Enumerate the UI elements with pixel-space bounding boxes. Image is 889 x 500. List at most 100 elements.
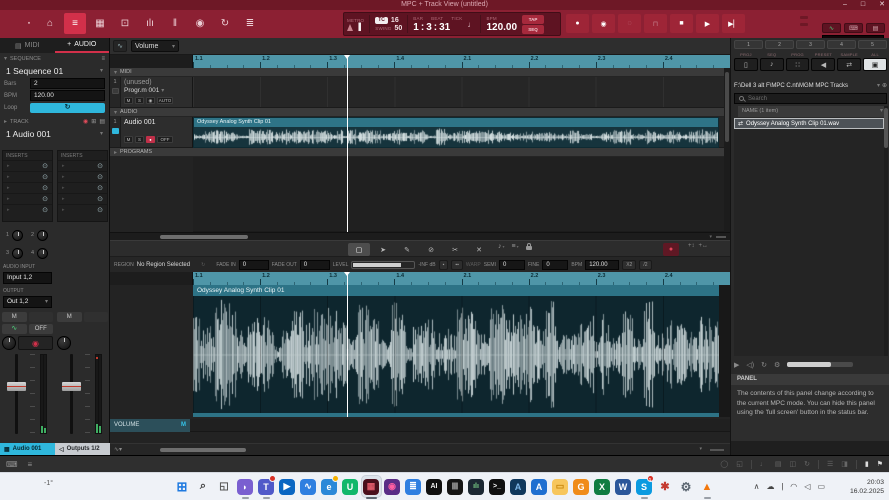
monitor-off-button[interactable]: OFF <box>28 324 53 334</box>
mode-home-button[interactable]: ⌂ <box>39 13 61 34</box>
add-track-icon[interactable]: ⊞ <box>91 118 96 125</box>
close-button[interactable]: ✕ <box>879 0 885 10</box>
audio-solo-button[interactable]: S <box>135 136 144 143</box>
group-audio[interactable]: ▾ AUDIO <box>110 108 730 117</box>
insert-slot[interactable]: ▸ ⊙ <box>3 204 52 215</box>
taskbar-search-icon[interactable]: ⌕ <box>194 476 213 497</box>
taskbar-excel-icon[interactable]: X <box>593 476 612 497</box>
tab-midi[interactable]: ▤ MIDI <box>0 38 55 53</box>
midi-track-header[interactable]: 1 (unused) Progr.m 001 ▾ M S ◉ AUTO <box>110 77 193 108</box>
track-hscrollbar[interactable]: ▾ <box>110 232 730 240</box>
fade-in-field[interactable]: 0 <box>238 259 269 270</box>
region-loop-icon[interactable]: ↻ <box>201 262 205 268</box>
editor-clip-header[interactable]: Odyssey Analog Synth Clip 01 <box>193 285 719 296</box>
preview-settings-icon[interactable]: ⚙ <box>774 361 780 369</box>
editor-hscrollbar[interactable] <box>160 448 246 452</box>
zoom-vertical-icon[interactable]: +↕ <box>688 243 695 249</box>
sample-filter-icon[interactable]: ⇄ <box>837 58 862 71</box>
midi-solo-button[interactable]: S <box>135 97 144 104</box>
file-list[interactable] <box>734 129 884 356</box>
shortcut-3[interactable]: 3 <box>796 40 825 49</box>
mode-track-stack-button[interactable]: ≣ <box>239 13 261 34</box>
audition-toggle[interactable]: ∿ <box>822 23 841 33</box>
tray-chevron-icon[interactable]: ∧ <box>754 482 760 491</box>
taskbar-autodesk-a-icon[interactable]: A <box>509 476 528 497</box>
editor-record-button[interactable]: ● <box>663 243 679 256</box>
metronome-icon[interactable] <box>347 23 353 31</box>
midi-keys-toggle[interactable]: ⌨ <box>844 23 863 33</box>
path-dropdown-icon[interactable]: ▾ <box>877 82 880 89</box>
taskbar-live-icon[interactable]: ||| <box>446 476 465 497</box>
insert-slot[interactable]: ▸ ⊙ <box>58 182 107 193</box>
preview-loop-icon[interactable]: ↻ <box>761 361 767 369</box>
proj-filter-icon[interactable]: ▯ <box>734 58 758 71</box>
lock-icon[interactable] <box>525 242 532 250</box>
send-knob-3[interactable] <box>12 247 24 259</box>
seq-bpm-field[interactable]: 120.00 <box>30 90 105 101</box>
taskbar-clock[interactable]: 20:03 16.02.2025 <box>850 478 884 496</box>
strip-tab-audio001[interactable]: ▦ Audio 001 <box>0 443 55 455</box>
taskbar-mpc-icon[interactable]: ▦ <box>360 475 382 499</box>
insert-slot[interactable]: ▸ ⊙ <box>58 171 107 182</box>
filter-prog[interactable]: PROG ∷ <box>785 52 810 71</box>
preview-volume-icon[interactable]: ◁) <box>746 361 754 369</box>
mode-channel-mixer-button[interactable]: ‖ <box>164 13 186 34</box>
power-icon[interactable]: ⊙ <box>42 196 48 203</box>
taskbar-vlc-icon[interactable]: ▲ <box>698 476 717 499</box>
file-icon[interactable]: ▤ <box>775 460 782 468</box>
tool-mute[interactable]: ✕ <box>468 243 490 256</box>
preview-volume-slider[interactable] <box>787 362 854 367</box>
shortcut-1[interactable]: 1 <box>734 40 763 49</box>
seq-button[interactable]: SEQ <box>522 24 545 34</box>
sequence-header[interactable]: ▾ SEQUENCE ≡ <box>0 53 109 64</box>
tool-pencil[interactable]: ✎ <box>396 243 418 256</box>
power-icon[interactable]: ⊙ <box>42 185 48 192</box>
automation-toggle-icon[interactable]: ∿▾ <box>114 446 122 453</box>
timeline-ruler[interactable]: 1.1 1.2 1.3 1.4 2.1 2.2 2.3 2.4 <box>193 55 730 68</box>
taskbar-task-view-icon[interactable]: ◱ <box>215 476 234 497</box>
tool-marquee[interactable]: ▢ <box>348 243 370 256</box>
audio-icon[interactable]: ♩ <box>760 461 767 468</box>
taskbar-skype-icon[interactable]: S1 <box>635 475 654 499</box>
note-snap-select[interactable]: ♪ ▾ <box>498 243 505 250</box>
play-button[interactable]: ▶ <box>696 14 719 33</box>
filter-all[interactable]: ALL ▣ <box>863 52 887 71</box>
preset-filter-icon[interactable]: ◀ <box>811 58 836 71</box>
browser-scrollbar[interactable] <box>884 106 888 356</box>
taskbar-movies-tv-icon[interactable]: ▶ <box>278 476 297 497</box>
prog-filter-icon[interactable]: ∷ <box>785 58 810 71</box>
mono-button[interactable]: ▪ <box>438 259 449 270</box>
send-knob-1[interactable] <box>12 229 24 241</box>
midi-lane[interactable] <box>193 77 730 108</box>
taskbar-edge-icon[interactable]: e <box>320 475 339 497</box>
mode-main-menu-button[interactable]: ▪ <box>22 13 36 34</box>
automation-param-select[interactable]: Volume ▾ <box>131 40 179 52</box>
taskbar-stack-icon[interactable]: ≣ <box>404 476 423 497</box>
search-input[interactable]: Search <box>734 93 887 104</box>
shortcut-5[interactable]: 5 <box>858 40 887 49</box>
split-icon[interactable]: ◫ <box>789 460 796 468</box>
insert-slot[interactable]: ▸ ⊙ <box>3 182 52 193</box>
send-knob-4[interactable] <box>37 247 49 259</box>
midi-auto-button[interactable]: AUTO <box>157 97 173 104</box>
track-menu-icon[interactable]: ▤ <box>99 118 105 125</box>
solo-button[interactable] <box>28 312 53 322</box>
bpm-value[interactable]: 120.00 <box>486 22 517 33</box>
minimize-button[interactable]: – <box>843 0 847 10</box>
count-in-button[interactable]: ◌ <box>618 14 641 33</box>
tool-eraser[interactable]: ⊘ <box>420 243 442 256</box>
taskbar-app-ai-icon[interactable]: AI <box>425 476 444 497</box>
record-arm-icon[interactable]: ◉ <box>83 118 88 125</box>
strip-tab-outputs[interactable]: ◁ Outputs 1/2 <box>55 443 110 455</box>
insert-slot[interactable]: ▸ ⊙ <box>3 160 52 171</box>
pan-knob[interactable] <box>2 336 16 350</box>
list-icon[interactable]: ☰ <box>827 460 833 468</box>
editor-ruler[interactable]: 1.1 1.2 1.3 1.4 2.1 2.2 2.3 2.4 <box>193 272 730 285</box>
fade-out-field[interactable]: 0 <box>299 259 330 270</box>
volume-automation-lane[interactable]: VOLUME M <box>110 419 190 432</box>
filter-sample[interactable]: SAMPLE ⇄ <box>837 52 862 71</box>
power-icon[interactable]: ⊙ <box>42 207 48 214</box>
onedrive-icon[interactable]: ☁ <box>767 482 775 491</box>
swing-value[interactable]: 50 <box>395 25 403 32</box>
audio-record-button[interactable]: ● <box>146 136 155 143</box>
